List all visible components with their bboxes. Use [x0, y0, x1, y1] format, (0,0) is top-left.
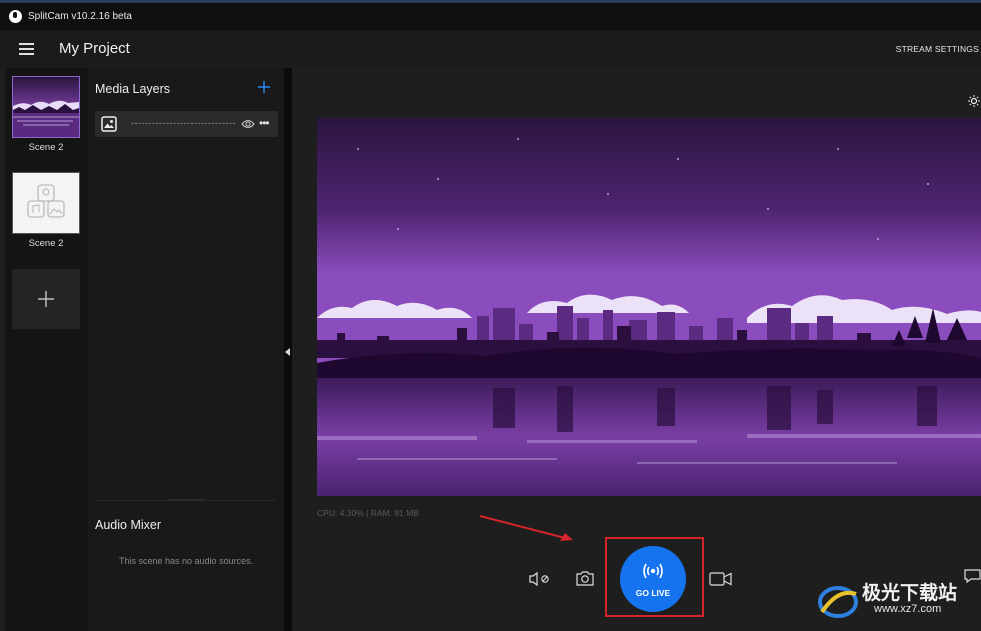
camera-snapshot-icon[interactable] [576, 570, 594, 586]
stream-settings-button[interactable]: STREAM SETTINGS [896, 44, 979, 54]
title-bar: SplitCam v10.2.16 beta [0, 0, 981, 30]
media-placeholder-icon [27, 184, 65, 218]
main-stage: CPU: 4.30% | RAM: 91 MB GO LIVE 极光下载站 ww… [292, 68, 981, 631]
watermark-text: 极光下载站 [862, 583, 958, 604]
media-layer-item[interactable]: ------------------------------ ••• [95, 111, 278, 137]
plus-icon [38, 291, 54, 307]
splitcam-logo-icon [9, 10, 22, 23]
preview-scene-image [317, 118, 981, 496]
chat-icon[interactable] [963, 568, 981, 584]
brightness-icon[interactable] [968, 95, 980, 107]
media-layers-title: Media Layers [95, 82, 171, 96]
layers-panel: Media Layers ---------------------------… [88, 68, 284, 631]
scene-thumbnail [12, 76, 80, 138]
scene-thumbnail [12, 172, 80, 234]
watermark-logo-icon [818, 586, 858, 618]
eye-icon[interactable] [241, 118, 255, 130]
collapse-arrow-icon[interactable] [285, 348, 290, 356]
audio-mixer-title: Audio Mixer [95, 518, 161, 532]
scene-item[interactable]: Scene 2 [12, 172, 80, 249]
add-layer-button[interactable] [256, 79, 272, 95]
divider [95, 500, 275, 501]
window-title: SplitCam v10.2.16 beta [28, 11, 132, 22]
add-scene-button[interactable] [12, 269, 80, 329]
plus-icon [258, 81, 270, 93]
watermark-url: www.xz7.com [874, 603, 942, 615]
image-layer-icon [101, 116, 117, 132]
annotation-highlight-box [605, 537, 704, 617]
layer-name: ------------------------------ [131, 118, 235, 128]
more-icon[interactable]: ••• [259, 116, 270, 130]
scene-label: Scene 2 [28, 142, 64, 153]
audio-empty-message: This scene has no audio sources. [119, 556, 254, 566]
project-title: My Project [59, 40, 130, 57]
performance-stats: CPU: 4.30% | RAM: 91 MB [317, 508, 419, 518]
scene-label: Scene 2 [28, 238, 64, 249]
annotation-arrow [479, 515, 573, 541]
scene-thumbnail-image [13, 77, 79, 137]
scenes-panel: Scene 2 Scene 2 [5, 68, 88, 631]
menu-icon[interactable] [19, 43, 34, 55]
app-header: My Project STREAM SETTINGS [0, 30, 981, 68]
stream-preview[interactable] [317, 118, 981, 496]
mute-mic-icon[interactable] [528, 571, 552, 587]
video-camera-icon[interactable] [709, 571, 733, 587]
panel-collapse-bar [284, 68, 292, 631]
scene-item[interactable]: Scene 2 [12, 76, 80, 153]
